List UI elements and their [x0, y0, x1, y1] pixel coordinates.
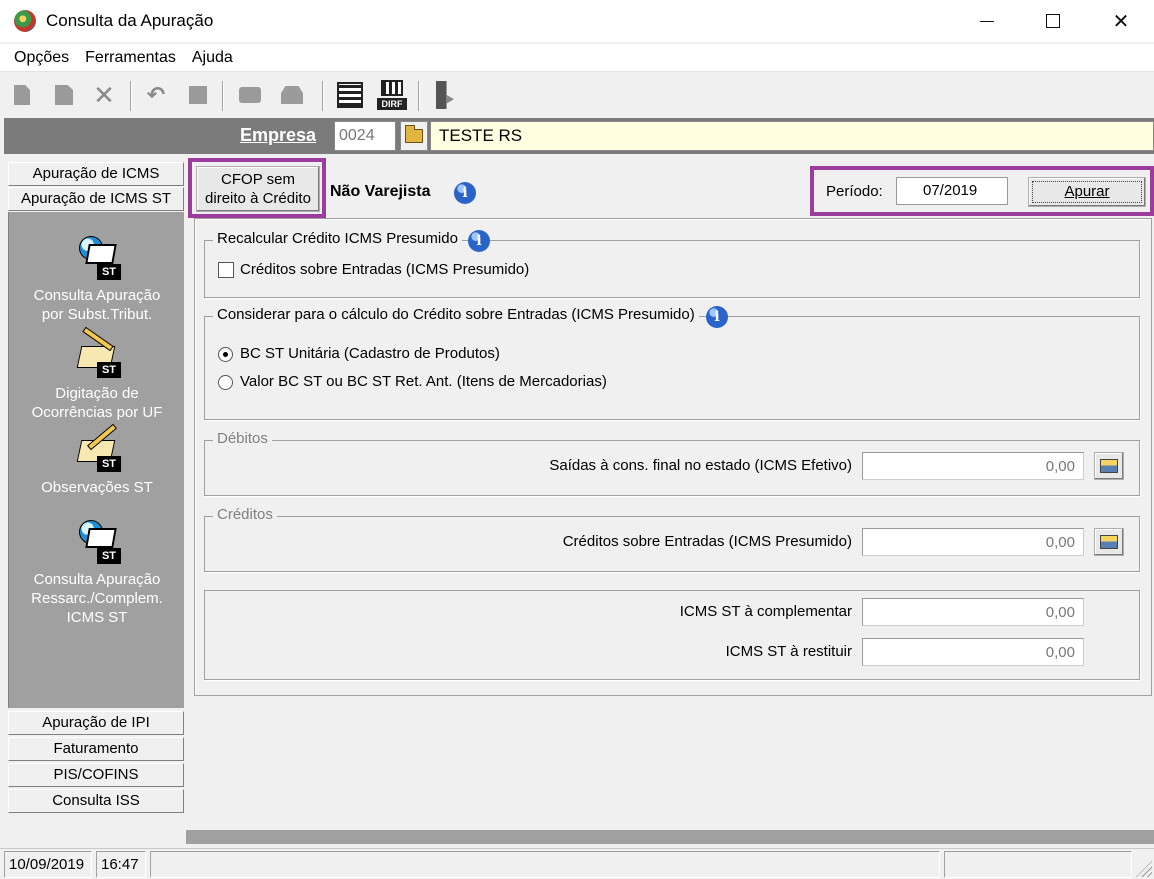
empresa-label: Empresa: [240, 125, 317, 145]
minimize-icon: [980, 20, 994, 22]
title-bar: Consulta da Apuração ✕: [0, 0, 1154, 42]
tab-pis-cofins[interactable]: PIS/COFINS: [8, 763, 184, 787]
radio-valor-bc-st-label: Valor BC ST ou BC ST Ret. Ant. (Itens de…: [240, 373, 607, 390]
info-icon[interactable]: i: [468, 230, 490, 252]
tab-apuracao-ipi[interactable]: Apuração de IPI: [8, 711, 184, 735]
toolbar-separator: [222, 81, 224, 111]
menu-ajuda[interactable]: Ajuda: [186, 49, 243, 67]
nav-item-digitacao-ocorrencias[interactable]: ST Digitação de Ocorrências por UF: [9, 326, 185, 422]
apurar-button[interactable]: Apurar: [1028, 177, 1146, 207]
tab-apuracao-icms[interactable]: Apuração de ICMS: [8, 162, 184, 186]
creditos-entradas-label: Créditos sobre Entradas (ICMS Presumido): [562, 533, 852, 550]
nav-item-consulta-apuracao-st[interactable]: ST Consulta Apuração por Subst.Tribut.: [9, 234, 185, 324]
debitos-title: Débitos: [213, 430, 272, 447]
menu-bar: Opções Ferramentas Ajuda: [0, 44, 1154, 72]
toolbar: ✕ ↶ DIRF: [0, 73, 1154, 117]
tab-faturamento[interactable]: Faturamento: [8, 737, 184, 761]
info-icon[interactable]: i: [454, 182, 476, 204]
status-date: 10/09/2019: [4, 851, 92, 878]
stop-icon: [189, 86, 207, 104]
edit-button[interactable]: [50, 81, 78, 109]
app-icon: [14, 10, 36, 32]
nao-varejista-label: Não Varejista: [330, 183, 431, 200]
considerar-group: Considerar para o cálculo do Crédito sob…: [204, 306, 1140, 420]
print-button[interactable]: [236, 81, 264, 109]
creditos-detail-button[interactable]: [1094, 528, 1124, 556]
status-extra: [944, 851, 1132, 878]
delete-button[interactable]: ✕: [90, 81, 118, 109]
printer-icon: [239, 87, 261, 103]
empresa-band: Empresa 0024 TESTE RS: [4, 118, 1154, 154]
undo-button[interactable]: ↶: [142, 81, 170, 109]
periodo-label: Período:: [826, 183, 883, 200]
nav-item-consulta-ressarc[interactable]: ST Consulta Apuração Ressarc./Complem. I…: [9, 518, 185, 627]
folder-detail-icon: [1100, 535, 1118, 549]
toolbar-separator: [130, 81, 132, 111]
observacoes-icon: ST: [73, 423, 121, 474]
menu-opcoes[interactable]: Opções: [0, 49, 79, 67]
status-time: 16:47: [96, 851, 146, 878]
empresa-code-field[interactable]: 0024: [334, 121, 396, 151]
icms-st-restituir-label: ICMS ST à restituir: [725, 643, 852, 660]
nav-item-observacoes-st[interactable]: ST Observações ST: [9, 423, 185, 497]
delete-icon: ✕: [93, 80, 115, 110]
exit-button[interactable]: [430, 79, 460, 111]
info-icon[interactable]: i: [706, 306, 728, 328]
consulta-ressarc-icon: ST: [73, 518, 121, 566]
horizontal-scrollbar[interactable]: [186, 830, 1154, 844]
nav-panel: ST Consulta Apuração por Subst.Tribut. S…: [8, 212, 184, 708]
menu-ferramentas[interactable]: Ferramentas: [79, 49, 186, 67]
creditos-entradas-input[interactable]: 0,00: [862, 528, 1084, 556]
tab-apuracao-icms-st[interactable]: Apuração de ICMS ST: [8, 187, 184, 211]
window-title: Consulta da Apuração: [46, 11, 214, 30]
creditos-title: Créditos: [213, 506, 277, 523]
radio-bc-st-unitaria-label: BC ST Unitária (Cadastro de Produtos): [240, 345, 500, 362]
radio-bc-st-unitaria[interactable]: [218, 347, 233, 362]
exit-door-icon: [436, 81, 454, 109]
minimize-button[interactable]: [954, 0, 1020, 42]
folder-detail-icon: [1100, 459, 1118, 473]
dirf-icon: DIRF: [377, 80, 407, 110]
resize-grip[interactable]: [1136, 861, 1152, 877]
stop-button[interactable]: [184, 81, 212, 109]
tab-consulta-iss[interactable]: Consulta ISS: [8, 789, 184, 813]
maximize-icon: [1046, 14, 1060, 28]
print-preview-button[interactable]: [278, 81, 306, 109]
empresa-open-button[interactable]: [400, 121, 428, 151]
digitacao-ocorrencias-icon: ST: [73, 326, 121, 380]
creditos-entradas-checkbox-label: Créditos sobre Entradas (ICMS Presumido): [240, 261, 530, 278]
undo-icon: ↶: [146, 82, 166, 107]
dirf-button[interactable]: DIRF: [374, 78, 410, 112]
close-icon: ✕: [1112, 10, 1130, 33]
new-document-icon: [14, 85, 30, 105]
considerar-title: Considerar para o cálculo do Crédito sob…: [213, 306, 699, 323]
status-bar: 10/09/2019 16:47: [0, 848, 1154, 879]
saidas-detail-button[interactable]: [1094, 452, 1124, 480]
status-message: [150, 851, 940, 878]
saidas-cons-final-label: Saídas à cons. final no estado (ICMS Efe…: [549, 457, 852, 474]
creditos-entradas-checkbox[interactable]: [218, 262, 234, 278]
close-button[interactable]: ✕: [1088, 0, 1154, 42]
maximize-button[interactable]: [1020, 0, 1086, 42]
radio-valor-bc-st[interactable]: [218, 375, 233, 390]
recalcular-title: Recalcular Crédito ICMS Presumido: [213, 230, 462, 247]
periodo-input[interactable]: 07/2019: [896, 177, 1008, 205]
toolbar-separator: [418, 81, 420, 111]
folder-open-icon: [405, 125, 423, 143]
icms-st-restituir-input[interactable]: 0,00: [862, 638, 1084, 666]
new-button[interactable]: [8, 81, 36, 109]
empresa-name-field[interactable]: TESTE RS: [430, 121, 1154, 151]
print-preview-icon: [281, 86, 303, 104]
calculate-button[interactable]: [334, 79, 366, 111]
left-navigation: Apuração de ICMS Apuração de ICMS ST ST …: [4, 156, 184, 846]
cfop-sem-direito-button[interactable]: CFOP sem direito à Crédito: [196, 166, 320, 212]
toolbar-separator: [322, 81, 324, 111]
icms-st-complementar-input[interactable]: 0,00: [862, 598, 1084, 626]
icms-st-complementar-label: ICMS ST à complementar: [679, 603, 852, 620]
calculator-icon: [337, 82, 363, 108]
consulta-apuracao-icon: ST: [73, 234, 121, 282]
edit-document-icon: [55, 85, 73, 105]
saidas-cons-final-input[interactable]: 0,00: [862, 452, 1084, 480]
